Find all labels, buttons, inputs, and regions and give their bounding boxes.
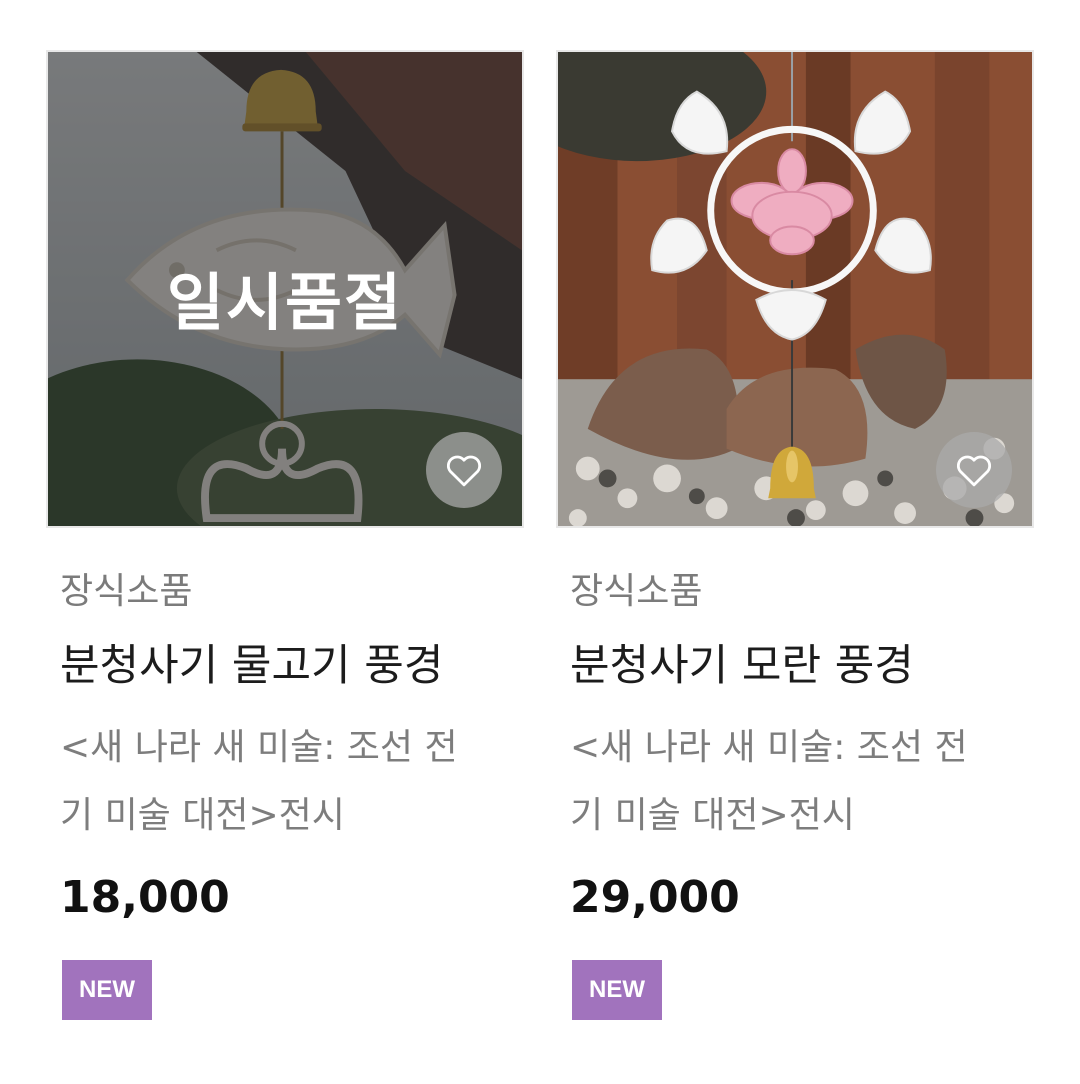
heart-outline-icon (446, 455, 482, 487)
heart-outline-icon (956, 455, 992, 487)
soldout-label: 일시품절 (166, 266, 404, 339)
product-description: <새 나라 새 미술: 조선 전기 미술 대전>전시 (60, 727, 458, 836)
wishlist-button[interactable] (936, 432, 1012, 508)
product-grid: 일시품절 장식소품 분청사기 물고기 풍경 <새 나라 새 미술: 조선 전기 … (0, 0, 1080, 1084)
new-badge: NEW (572, 960, 662, 1020)
product-category: 장식소품 (60, 571, 193, 612)
new-badge: NEW (62, 960, 152, 1020)
product-thumbnail[interactable] (556, 50, 1034, 528)
product-price: 29,000 (570, 872, 740, 923)
product-price: 18,000 (60, 872, 230, 923)
product-card[interactable]: 장식소품 분청사기 모란 풍경 <새 나라 새 미술: 조선 전기 미술 대전>… (556, 50, 1036, 1020)
product-card[interactable]: 일시품절 장식소품 분청사기 물고기 풍경 <새 나라 새 미술: 조선 전기 … (46, 50, 526, 1020)
wishlist-button[interactable] (426, 432, 502, 508)
product-thumbnail[interactable]: 일시품절 (46, 50, 524, 528)
product-description: <새 나라 새 미술: 조선 전기 미술 대전>전시 (570, 727, 968, 836)
product-name[interactable]: 분청사기 모란 풍경 (570, 638, 1036, 694)
product-category: 장식소품 (570, 571, 703, 612)
product-name[interactable]: 분청사기 물고기 풍경 (60, 638, 526, 694)
